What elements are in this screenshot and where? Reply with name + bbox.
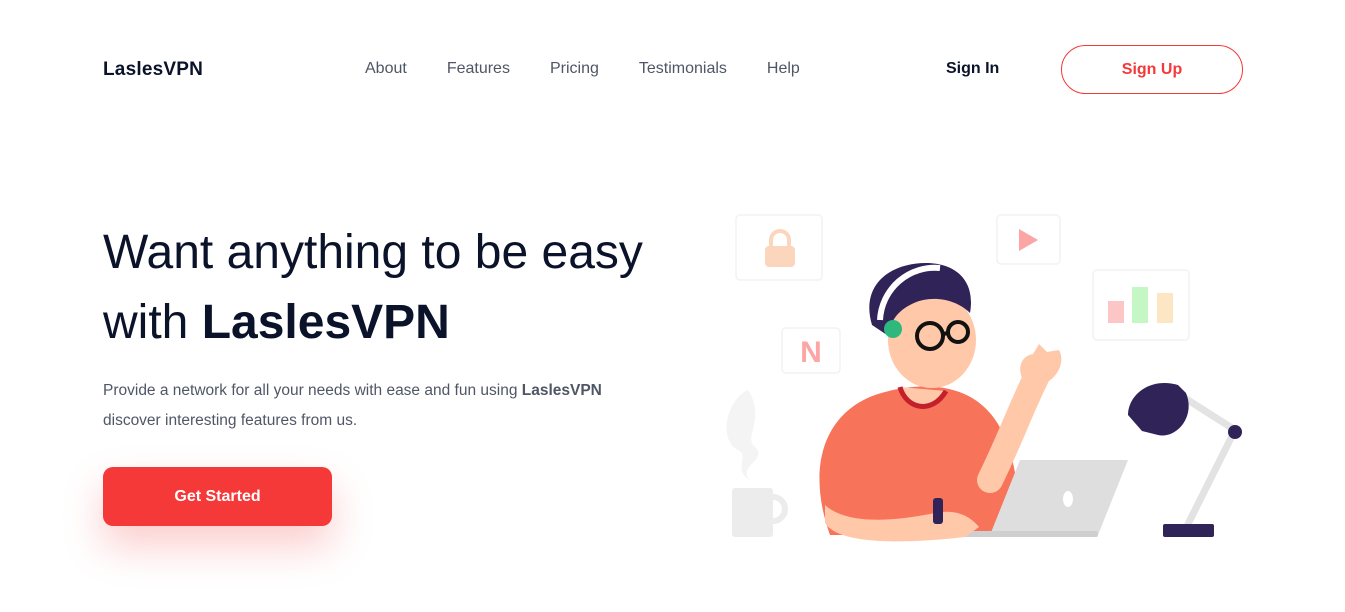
subtitle-text: Provide a network for all your needs wit… bbox=[103, 382, 518, 399]
subtitle-brand: LaslesVPN bbox=[521, 382, 602, 399]
lock-icon bbox=[735, 214, 823, 281]
desk-lamp-icon bbox=[1128, 383, 1242, 537]
nav-item-testimonials[interactable]: Testimonials bbox=[639, 60, 727, 78]
nav-item-features[interactable]: Features bbox=[447, 60, 510, 78]
play-icon bbox=[996, 214, 1061, 265]
watch-icon bbox=[933, 498, 943, 524]
subtitle-text-2: discover interesting features from us. bbox=[103, 412, 358, 429]
nav-item-about[interactable]: About bbox=[365, 60, 407, 78]
steam-shape bbox=[726, 390, 759, 480]
sign-in-link[interactable]: Sign In bbox=[946, 60, 999, 78]
hero-headline: Want anything to be easy with LaslesVPN bbox=[103, 218, 663, 358]
headline-brand: LaslesVPN bbox=[201, 296, 450, 349]
hero-subtitle: Provide a network for all your needs wit… bbox=[103, 376, 663, 436]
nav-item-help[interactable]: Help bbox=[767, 60, 800, 78]
netflix-icon: N bbox=[781, 327, 841, 374]
sign-up-button[interactable]: Sign Up bbox=[1061, 45, 1243, 94]
logo[interactable]: LaslesVPN bbox=[103, 59, 203, 81]
nav-item-pricing[interactable]: Pricing bbox=[550, 60, 599, 78]
netflix-letter: N bbox=[800, 336, 822, 369]
coffee-mug-icon bbox=[732, 488, 788, 537]
hero-illustration: N bbox=[726, 214, 1242, 542]
raised-hand bbox=[1020, 344, 1062, 382]
bar-chart-icon bbox=[1092, 269, 1190, 341]
main-nav: About Features Pricing Testimonials Help bbox=[365, 60, 800, 78]
person-head bbox=[869, 263, 976, 388]
headphone-icon bbox=[884, 320, 902, 338]
get-started-button[interactable]: Get Started bbox=[103, 467, 332, 526]
